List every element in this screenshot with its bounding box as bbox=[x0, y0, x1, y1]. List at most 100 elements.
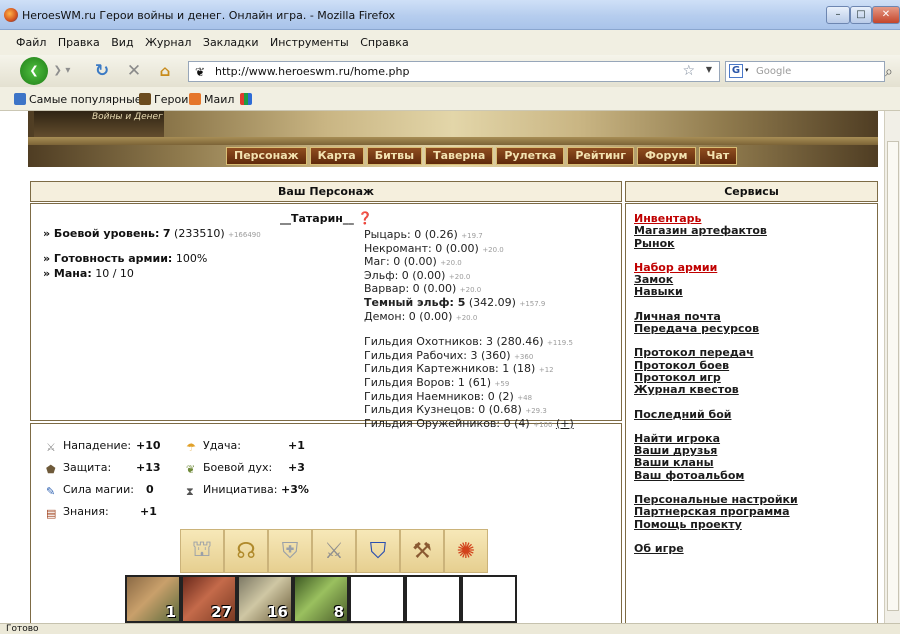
menu-roulette[interactable]: Рулетка bbox=[496, 147, 565, 165]
morale-wings-icon: ❦ bbox=[186, 463, 196, 476]
book-icon: ▤ bbox=[46, 507, 57, 520]
forward-button[interactable]: ❯ ▾ bbox=[50, 59, 74, 83]
link-help-project[interactable]: Помощь проекту bbox=[634, 518, 798, 531]
navigation-toolbar: ❮ ❯ ▾ ↻ ✕ ⌂ ❦ http://www.heroeswm.ru/hom… bbox=[0, 55, 900, 87]
link-last-battle[interactable]: Последний бой bbox=[634, 408, 798, 421]
faction-row: Маг: 0 (0.00) +20.0 bbox=[364, 255, 462, 269]
wand-icon: ✎ bbox=[46, 485, 56, 498]
menu-battles[interactable]: Битвы bbox=[366, 147, 423, 165]
url-dropdown-icon[interactable]: ▼ bbox=[706, 65, 712, 74]
bookmark-folder-icon bbox=[14, 93, 26, 105]
guild-row: Гильдия Наемников: 0 (2) +48 bbox=[364, 389, 533, 403]
menu-tools[interactable]: Инструменты bbox=[270, 36, 349, 49]
character-name[interactable]: __Татарин__ ❓ bbox=[280, 211, 373, 225]
character-summary: » Боевой уровень: 7 (233510) +166490 » Г… bbox=[43, 227, 261, 282]
bookmark-heroes[interactable]: Герои bbox=[139, 93, 188, 106]
armor-icon[interactable]: ⛨ bbox=[268, 529, 312, 573]
army-slot[interactable]: 8 bbox=[293, 575, 349, 623]
hood-icon[interactable]: ⛫ bbox=[180, 529, 224, 573]
link-quest-journal[interactable]: Журнал квестов bbox=[634, 383, 798, 396]
search-placeholder[interactable]: Google bbox=[756, 66, 791, 77]
link-market[interactable]: Рынок bbox=[634, 237, 798, 250]
link-clans[interactable]: Ваши кланы bbox=[634, 457, 798, 470]
url-text[interactable]: http://www.heroeswm.ru/home.php bbox=[215, 65, 409, 78]
character-panel-header: Ваш Персонаж bbox=[30, 181, 622, 202]
army-slot[interactable]: 16 bbox=[237, 575, 293, 623]
guild-row: Гильдия Кузнецов: 0 (0.68) +29.3 bbox=[364, 403, 547, 417]
site-favicon: ❦ bbox=[195, 65, 206, 79]
army-slot[interactable]: 27 bbox=[181, 575, 237, 623]
combat-level: » Боевой уровень: 7 (233510) +166490 bbox=[43, 227, 261, 240]
menu-file[interactable]: Файл bbox=[16, 36, 46, 49]
menu-help[interactable]: Справка bbox=[360, 36, 408, 49]
close-button[interactable]: ✕ bbox=[872, 6, 900, 24]
search-box[interactable]: G ▾ Google bbox=[725, 61, 885, 82]
bookmark-star-icon[interactable]: ☆ bbox=[682, 63, 695, 79]
reload-icon[interactable]: ↻ bbox=[90, 59, 114, 83]
bookmark-mail[interactable]: Маил bbox=[189, 93, 234, 106]
sword-icon[interactable]: ⚔ bbox=[312, 529, 356, 573]
guild-row: Гильдия Картежников: 1 (18) +12 bbox=[364, 362, 554, 376]
menu-tavern[interactable]: Таверна bbox=[425, 147, 494, 165]
link-skills[interactable]: Навыки bbox=[634, 286, 798, 299]
guild-row: Гильдия Рабочих: 3 (360) +360 bbox=[364, 348, 534, 362]
army-slot-empty[interactable] bbox=[405, 575, 461, 623]
link-transfer-log[interactable]: Протокол передач bbox=[634, 347, 798, 360]
home-icon[interactable]: ⌂ bbox=[153, 59, 177, 83]
menu-chat[interactable]: Чат bbox=[698, 147, 738, 165]
army-slot[interactable]: 1 bbox=[125, 575, 181, 623]
status-bar: Готово bbox=[0, 623, 900, 634]
maximize-button[interactable]: □ bbox=[850, 6, 872, 24]
link-resource-transfer[interactable]: Передача ресурсов bbox=[634, 322, 798, 335]
services-panel-header: Сервисы bbox=[625, 181, 878, 202]
faction-guild-stats: Рыцарь: 0 (0.26) +19.7 Некромант: 0 (0.0… bbox=[364, 228, 574, 431]
attr-initiative: ⧗ Инициатива: bbox=[186, 483, 278, 498]
menu-rating[interactable]: Рейтинг bbox=[567, 147, 635, 165]
bookmark-extra[interactable] bbox=[240, 93, 255, 106]
attr-morale: ❦ Боевой дух: bbox=[186, 461, 273, 476]
minimize-button[interactable]: – bbox=[826, 6, 850, 24]
menu-view[interactable]: Вид bbox=[111, 36, 133, 49]
shield-small-icon: ⬟ bbox=[46, 463, 56, 476]
link-photo-album[interactable]: Ваш фотоальбом bbox=[634, 469, 798, 482]
link-artifact-shop[interactable]: Магазин артефактов bbox=[634, 224, 798, 237]
services-list: Инвентарь Магазин артефактов Рынок Набор… bbox=[634, 212, 798, 555]
amulet-icon[interactable]: ☊ bbox=[224, 529, 268, 573]
info-icon[interactable]: ❓ bbox=[358, 211, 373, 225]
address-bar[interactable]: ❦ http://www.heroeswm.ru/home.php ☆ ▼ bbox=[188, 61, 720, 82]
bookmarks-bar: Самые популярные Герои Маил bbox=[0, 87, 900, 111]
scrollbar-thumb[interactable] bbox=[887, 141, 899, 611]
swords-icon: ⚔ bbox=[46, 441, 56, 454]
army-slot-empty[interactable] bbox=[349, 575, 405, 623]
window-titlebar: HeroesWM.ru Герои войны и денег. Онлайн … bbox=[0, 0, 900, 30]
site-banner: Войны и Денег Персонаж Карта Битвы Тавер… bbox=[28, 111, 878, 167]
shield-icon[interactable]: ⛉ bbox=[356, 529, 400, 573]
attr-morale-value: +3 bbox=[288, 461, 305, 474]
faction-row: Рыцарь: 0 (0.26) +19.7 bbox=[364, 228, 483, 241]
main-menu: Персонаж Карта Битвы Таверна Рулетка Рей… bbox=[226, 147, 738, 165]
faction-row: Эльф: 0 (0.00) +20.0 bbox=[364, 268, 471, 282]
menu-bookmarks[interactable]: Закладки bbox=[203, 36, 259, 49]
bookmark-popular[interactable]: Самые популярные bbox=[14, 93, 142, 106]
menu-edit[interactable]: Правка bbox=[58, 36, 100, 49]
ring-icon[interactable]: ✺ bbox=[444, 529, 488, 573]
menu-character[interactable]: Персонаж bbox=[226, 147, 307, 165]
link-about-game[interactable]: Об игре bbox=[634, 542, 798, 555]
back-button[interactable]: ❮ bbox=[20, 57, 48, 85]
attr-defense-value: +13 bbox=[136, 461, 161, 474]
banner-band bbox=[28, 137, 878, 145]
menu-map[interactable]: Карта bbox=[309, 147, 364, 165]
search-engine-dropdown-icon[interactable]: ▾ bbox=[745, 66, 749, 74]
link-partner-program[interactable]: Партнерская программа bbox=[634, 506, 798, 519]
menu-history[interactable]: Журнал bbox=[145, 36, 191, 49]
boots-icon[interactable]: ⚒ bbox=[400, 529, 444, 573]
search-engine-icon[interactable]: G bbox=[729, 64, 743, 78]
stop-icon[interactable]: ✕ bbox=[122, 59, 146, 83]
army-slot-empty[interactable] bbox=[461, 575, 517, 623]
search-icon[interactable]: ⌕ bbox=[885, 64, 893, 80]
menu-forum[interactable]: Форум bbox=[637, 147, 696, 165]
guild-add-link[interactable]: (+) bbox=[556, 417, 574, 430]
vertical-scrollbar[interactable] bbox=[884, 111, 900, 623]
hourglass-icon: ⧗ bbox=[186, 485, 194, 498]
attr-attack-value: +10 bbox=[136, 439, 161, 452]
